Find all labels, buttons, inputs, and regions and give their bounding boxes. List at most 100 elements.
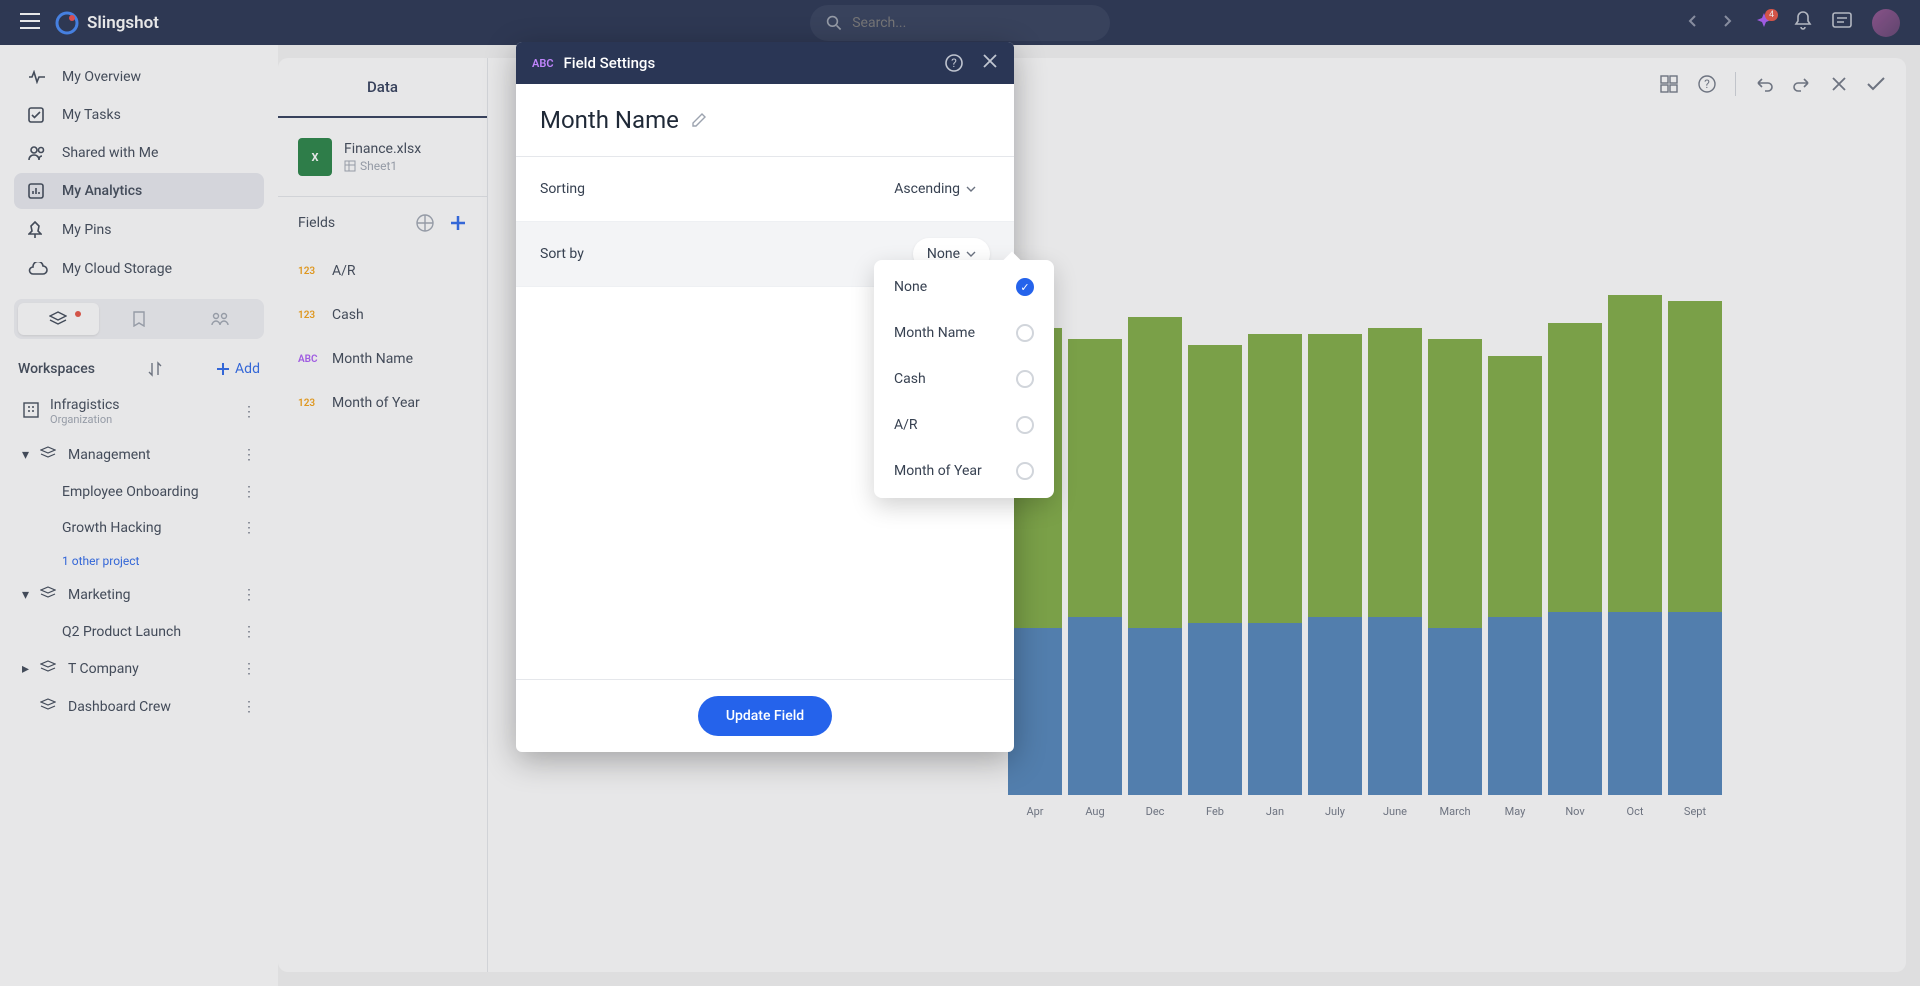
tab-data[interactable]: Data [278,58,487,118]
pin-icon [28,221,42,239]
logo[interactable]: Slingshot [55,11,159,35]
nav-my-overview[interactable]: My Overview [14,59,264,95]
workspace-infragistics[interactable]: InfragisticsOrganization ⋮ [14,387,264,436]
check-icon[interactable] [1866,76,1886,92]
users-icon [28,145,46,161]
toggle-bookmark[interactable] [99,303,180,335]
edit-icon[interactable] [691,112,707,128]
sorting-value[interactable]: Ascending [880,173,990,205]
nav-my-pins[interactable]: My Pins [14,211,264,249]
field-ar[interactable]: 123A/R [278,249,487,293]
radio-icon [1016,324,1034,342]
radio-icon [1016,416,1034,434]
sparkle-icon[interactable]: 4 [1754,11,1774,35]
workspace-t-company[interactable]: ▸T Company⋮ [14,650,264,688]
notification-badge: 4 [1765,9,1778,21]
chart-bar: Aug [1068,339,1122,818]
dropdown-option-ar[interactable]: A/R [874,402,1054,448]
top-nav: Slingshot 4 [0,0,1920,45]
plus-icon[interactable] [449,214,467,232]
chart-icon [28,183,44,199]
search-input[interactable] [852,15,1094,31]
svg-text:?: ? [1704,77,1710,91]
nav-shared[interactable]: Shared with Me [14,135,264,171]
brain-icon[interactable] [415,213,435,233]
layers-icon [40,698,56,712]
chart-bar: June [1368,328,1422,818]
more-icon[interactable]: ⋮ [242,520,256,536]
more-icon[interactable]: ⋮ [242,404,256,420]
dropdown-option-month-year[interactable]: Month of Year [874,448,1054,494]
redo-icon[interactable] [1792,75,1812,93]
excel-icon: X [298,138,332,176]
close-icon[interactable] [982,53,998,69]
svg-text:X: X [312,151,319,164]
help-icon[interactable]: ? [1697,74,1717,94]
dropdown-option-none[interactable]: None [874,264,1054,310]
file-info[interactable]: X Finance.xlsx Sheet1 [278,118,487,197]
dropdown-option-cash[interactable]: Cash [874,356,1054,402]
chat-icon[interactable] [1832,12,1852,34]
chart-bar: Dec [1128,317,1182,818]
more-icon[interactable]: ⋮ [242,587,256,603]
sidebar: My Overview My Tasks Shared with Me My A… [0,45,278,986]
layers-icon [40,660,56,674]
modal-title-row: Month Name [516,84,1014,157]
dropdown-option-month-name[interactable]: Month Name [874,310,1054,356]
sort-icon[interactable] [148,361,162,377]
field-month-name[interactable]: ABCMonth Name [278,337,487,381]
modal-header: ABC Field Settings ? [516,42,1014,84]
add-workspace-button[interactable]: Add [215,361,260,377]
other-projects-link[interactable]: 1 other project [14,546,264,576]
nav-cloud[interactable]: My Cloud Storage [14,251,264,287]
search-bar[interactable] [810,5,1110,41]
workspace-management[interactable]: ▾Management⋮ [14,436,264,474]
workspace-marketing[interactable]: ▾Marketing⋮ [14,576,264,614]
back-icon[interactable] [1686,13,1700,32]
fields-header: Fields [278,197,487,249]
close-icon[interactable] [1830,75,1848,93]
chart-bar: Feb [1188,345,1242,818]
forward-icon[interactable] [1720,13,1734,32]
chart-bar: Oct [1608,295,1662,818]
workspace-dashboard-crew[interactable]: Dashboard Crew⋮ [14,688,264,726]
menu-icon[interactable] [20,13,40,33]
update-field-button[interactable]: Update Field [698,696,832,736]
toggle-people[interactable] [179,303,260,335]
workspace-growth-hacking[interactable]: Growth Hacking⋮ [14,510,264,546]
help-icon[interactable]: ? [944,53,964,73]
modal-footer: Update Field [516,679,1014,752]
more-icon[interactable]: ⋮ [242,447,256,463]
chart-bar: Nov [1548,323,1602,818]
radio-icon [1016,370,1034,388]
nav-my-tasks[interactable]: My Tasks [14,97,264,133]
field-cash[interactable]: 123Cash [278,293,487,337]
toggle-layers[interactable] [18,303,99,335]
radio-icon [1016,462,1034,480]
more-icon[interactable]: ⋮ [242,624,256,640]
field-type-badge: ABC [532,57,554,70]
chart-bar: July [1308,334,1362,818]
editor-toolbar: ? [1659,72,1886,96]
data-panel: Data X Finance.xlsx Sheet1 Fields 123A/R… [278,58,488,972]
svg-text:?: ? [951,56,957,70]
workspace-employee-onboarding[interactable]: Employee Onboarding⋮ [14,474,264,510]
more-icon[interactable]: ⋮ [242,484,256,500]
more-icon[interactable]: ⋮ [242,661,256,677]
layers-icon [40,446,56,460]
grid-icon[interactable] [1659,74,1679,94]
chart: AprAugDecFebJanJulyJuneMarchMayNovOctSep… [1008,258,1876,818]
sorting-row[interactable]: Sorting Ascending [516,157,1014,222]
file-name: Finance.xlsx [344,141,421,157]
bell-icon[interactable] [1794,11,1812,35]
avatar[interactable] [1872,9,1900,37]
undo-icon[interactable] [1754,75,1774,93]
pulse-icon [28,70,46,84]
modal-title: Month Name [540,106,679,134]
nav-my-analytics[interactable]: My Analytics [14,173,264,209]
more-icon[interactable]: ⋮ [242,699,256,715]
brand-name: Slingshot [87,13,159,33]
workspace-q2-launch[interactable]: Q2 Product Launch⋮ [14,614,264,650]
modal-header-title: Field Settings [564,54,656,72]
field-month-year[interactable]: 123Month of Year [278,381,487,425]
